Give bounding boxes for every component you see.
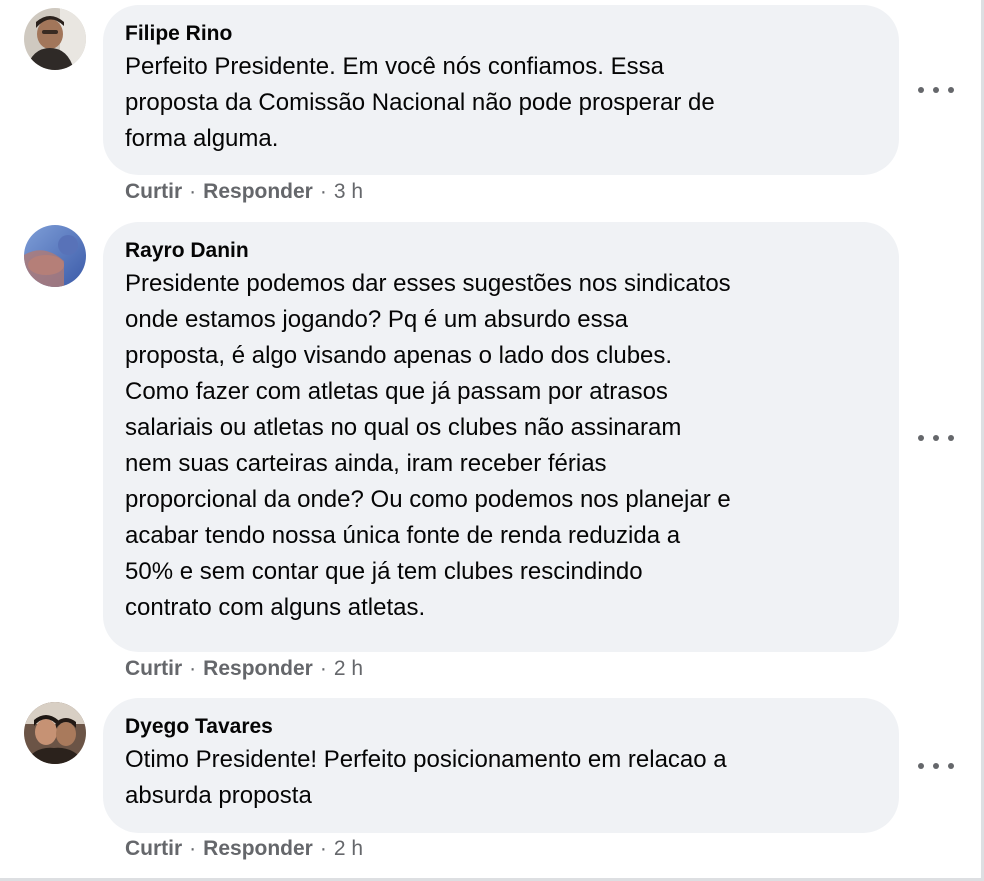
avatar-photo-icon — [24, 225, 86, 287]
comment-actions: Curtir · Responder · 2 h — [125, 836, 363, 862]
separator: · — [189, 837, 197, 860]
comment-author[interactable]: Rayro Danin — [125, 236, 877, 266]
separator: · — [319, 657, 327, 680]
separator: · — [319, 180, 327, 203]
like-button[interactable]: Curtir — [125, 657, 182, 680]
comment-text: Presidente podemos dar esses sugestões n… — [125, 270, 731, 621]
comment-text: Perfeito Presidente. Em você nós confiam… — [125, 53, 715, 152]
comment-bubble: Filipe Rino Perfeito Presidente. Em você… — [103, 5, 899, 175]
comment-author[interactable]: Dyego Tavares — [125, 712, 877, 742]
like-button[interactable]: Curtir — [125, 837, 182, 860]
reply-button[interactable]: Responder — [203, 180, 313, 203]
comment-actions: Curtir · Responder · 2 h — [125, 656, 363, 682]
more-options-icon[interactable] — [918, 756, 954, 776]
more-options-icon[interactable] — [918, 428, 954, 448]
avatar[interactable] — [24, 8, 86, 70]
comment-bubble: Rayro Danin Presidente podemos dar esses… — [103, 222, 899, 652]
avatar[interactable] — [24, 225, 86, 287]
avatar-photo-icon — [24, 702, 86, 764]
avatar[interactable] — [24, 702, 86, 764]
comment-timestamp[interactable]: 2 h — [334, 837, 363, 860]
comment-timestamp[interactable]: 3 h — [334, 180, 363, 203]
comment-author[interactable]: Filipe Rino — [125, 19, 877, 49]
comment-text: Otimo Presidente! Perfeito posicionament… — [125, 746, 727, 809]
separator: · — [189, 180, 197, 203]
more-options-icon[interactable] — [918, 80, 954, 100]
comment-actions: Curtir · Responder · 3 h — [125, 179, 363, 205]
comment-bubble: Dyego Tavares Otimo Presidente! Perfeito… — [103, 698, 899, 833]
comment-timestamp[interactable]: 2 h — [334, 657, 363, 680]
separator: · — [319, 837, 327, 860]
comments-panel: Filipe Rino Perfeito Presidente. Em você… — [0, 0, 984, 881]
separator: · — [189, 657, 197, 680]
reply-button[interactable]: Responder — [203, 837, 313, 860]
avatar-photo-icon — [24, 8, 86, 70]
like-button[interactable]: Curtir — [125, 180, 182, 203]
reply-button[interactable]: Responder — [203, 657, 313, 680]
